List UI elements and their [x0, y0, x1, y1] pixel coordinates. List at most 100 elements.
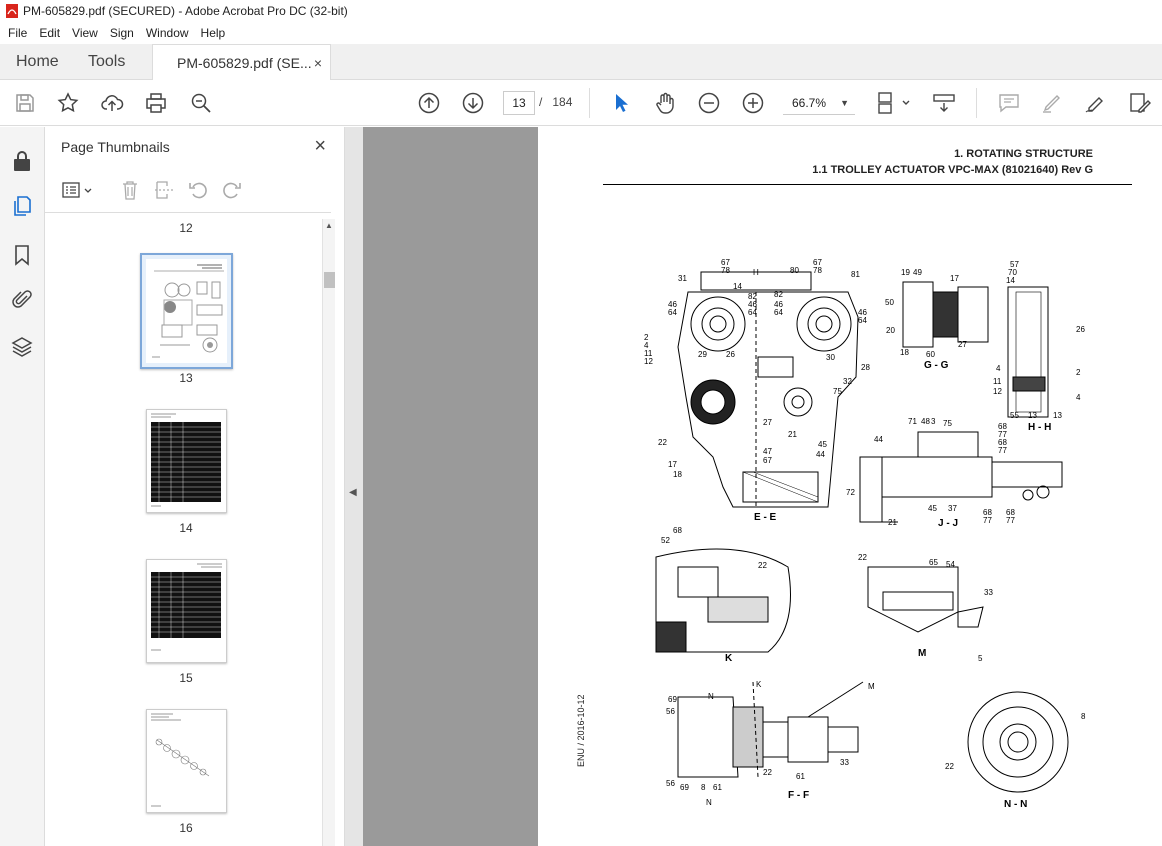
select-cursor-icon[interactable]: [609, 91, 633, 115]
lock-icon[interactable]: [10, 149, 34, 173]
svg-text:2: 2: [1076, 368, 1081, 377]
svg-text:45: 45: [928, 504, 937, 513]
svg-text:14: 14: [733, 282, 742, 291]
scroll-mode-icon[interactable]: [932, 91, 956, 115]
svg-text:77: 77: [1006, 516, 1015, 525]
svg-text:69: 69: [668, 695, 677, 704]
menu-file[interactable]: File: [2, 26, 33, 40]
view-label-k: K: [725, 653, 733, 664]
menu-bar: File Edit View Sign Window Help: [0, 22, 1162, 44]
svg-text:56: 56: [666, 779, 675, 788]
page-display-icon[interactable]: [877, 91, 913, 115]
svg-text:18: 18: [900, 348, 909, 357]
menu-view[interactable]: View: [66, 26, 104, 40]
highlight-pen-icon[interactable]: [1040, 91, 1064, 115]
svg-text:60: 60: [926, 350, 935, 359]
svg-text:52: 52: [661, 536, 670, 545]
rotate-right-icon[interactable]: [221, 179, 243, 201]
svg-text:82: 82: [774, 290, 783, 299]
next-page-icon[interactable]: [461, 91, 485, 115]
thumbnail-label: 13: [179, 371, 193, 385]
thumbnail-page-16[interactable]: [146, 709, 227, 813]
find-zoom-icon[interactable]: [189, 91, 213, 115]
hand-tool-icon[interactable]: [653, 91, 677, 115]
svg-text:26: 26: [726, 350, 735, 359]
svg-text:50: 50: [885, 298, 894, 307]
collapse-left-icon[interactable]: ◀: [349, 487, 357, 498]
tab-document-label: PM-605829.pdf (SE...: [177, 55, 312, 71]
sign-pen-icon[interactable]: [1083, 91, 1107, 115]
bookmark-star-icon[interactable]: [56, 91, 80, 115]
previous-page-icon[interactable]: [417, 91, 441, 115]
menu-sign[interactable]: Sign: [104, 26, 140, 40]
thumbnail-preview: [146, 259, 227, 363]
scroll-up-arrow-icon[interactable]: ▲: [325, 221, 333, 230]
thumbnail-label: 12: [179, 221, 193, 235]
delete-page-icon[interactable]: [119, 179, 141, 201]
svg-text:72: 72: [846, 488, 855, 497]
tab-bar: Home Tools PM-605829.pdf (SE... ×: [0, 44, 1162, 81]
toolbar-divider: [976, 88, 977, 118]
menu-help[interactable]: Help: [195, 26, 232, 40]
tab-document[interactable]: PM-605829.pdf (SE... ×: [152, 44, 331, 81]
svg-text:21: 21: [888, 518, 897, 527]
page-count: / 184: [539, 95, 572, 109]
rotate-left-icon[interactable]: [187, 179, 209, 201]
document-viewer[interactable]: 1. ROTATING STRUCTURE 1.1 TROLLEY ACTUAT…: [363, 127, 1162, 846]
panel-collapse-strip[interactable]: ◀: [345, 127, 363, 846]
svg-text:N: N: [708, 692, 714, 701]
page-thumbnails-icon[interactable]: [10, 194, 34, 218]
thumbnail-scrollbar[interactable]: ▲: [322, 219, 335, 846]
zoom-level-dropdown[interactable]: 66.7% ▼: [783, 91, 855, 115]
thumbnail-options-icon[interactable]: [61, 179, 95, 201]
window-title: PM-605829.pdf (SECURED) - Adobe Acrobat …: [23, 4, 348, 18]
scrollbar-thumb[interactable]: [324, 272, 335, 288]
print-icon[interactable]: [144, 91, 168, 115]
zoom-out-icon[interactable]: [697, 91, 721, 115]
svg-text:61: 61: [796, 772, 805, 781]
close-tab-icon[interactable]: ×: [314, 55, 322, 71]
save-icon[interactable]: [13, 91, 37, 115]
thumbnail-label: 14: [179, 521, 193, 535]
thumbnail-page-15[interactable]: [146, 559, 227, 663]
close-panel-icon[interactable]: ×: [314, 135, 326, 158]
svg-text:64: 64: [668, 308, 677, 317]
svg-text:11: 11: [993, 377, 1002, 386]
thumbnail-preview: [151, 713, 210, 807]
menu-edit[interactable]: Edit: [33, 26, 66, 40]
svg-text:81: 81: [851, 270, 860, 279]
upload-cloud-icon[interactable]: [100, 91, 124, 115]
svg-text:77: 77: [998, 446, 1007, 455]
svg-text:4: 4: [1076, 393, 1081, 402]
tab-tools[interactable]: Tools: [88, 44, 125, 80]
svg-text:4: 4: [996, 364, 1001, 373]
view-label-jj: J - J: [938, 518, 958, 529]
attachments-paperclip-icon[interactable]: [10, 288, 34, 312]
svg-text:67: 67: [763, 456, 772, 465]
svg-text:22: 22: [658, 438, 667, 447]
svg-text:69: 69: [680, 783, 689, 792]
extract-page-icon[interactable]: [153, 179, 175, 201]
svg-text:19: 19: [901, 268, 910, 277]
technical-drawing: 6778 H 806778 8131 4664 14824664 824664 4…: [644, 258, 1086, 810]
tab-home[interactable]: Home: [16, 44, 59, 80]
svg-text:47: 47: [763, 447, 772, 456]
view-label-ee: E - E: [754, 512, 777, 523]
layers-icon[interactable]: [10, 335, 34, 359]
bookmarks-icon[interactable]: [10, 243, 34, 267]
comment-icon[interactable]: [997, 91, 1021, 115]
page-number-input[interactable]: 13: [503, 91, 535, 115]
edit-pdf-icon[interactable]: [1128, 91, 1152, 115]
menu-window[interactable]: Window: [140, 26, 195, 40]
svg-text:26: 26: [1076, 325, 1085, 334]
svg-text:45: 45: [818, 440, 827, 449]
svg-text:80: 80: [790, 266, 799, 275]
svg-text:14: 14: [1006, 276, 1015, 285]
thumbnail-preview: [151, 413, 221, 507]
svg-text:18: 18: [673, 470, 682, 479]
zoom-in-icon[interactable]: [741, 91, 765, 115]
thumbnail-page-13[interactable]: [140, 253, 233, 369]
thumbnail-page-14[interactable]: [146, 409, 227, 513]
svg-text:27: 27: [763, 418, 772, 427]
svg-text:22: 22: [945, 762, 954, 771]
